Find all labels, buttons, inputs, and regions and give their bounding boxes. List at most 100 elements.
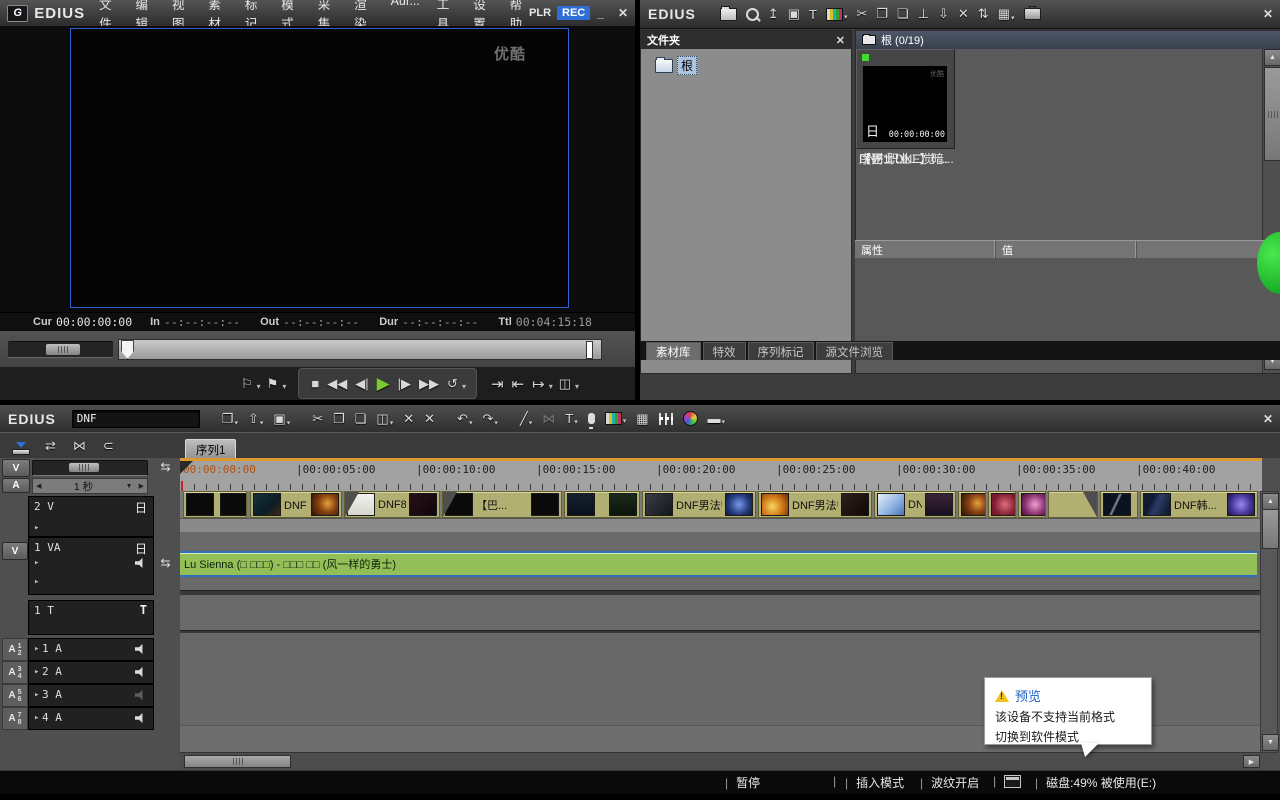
insert-mode-status[interactable]: 插入模式 xyxy=(856,774,904,791)
sequence-tab[interactable]: 序列1 xyxy=(185,439,236,460)
loop-dropdown-icon[interactable]: ▾ xyxy=(462,382,466,391)
timeline-clip[interactable]: 【巴... xyxy=(442,491,562,518)
timeline-clip[interactable]: DNF韩... xyxy=(1140,491,1258,518)
up-level-icon[interactable]: ↥▾ xyxy=(768,6,779,22)
cut-icon[interactable]: ✂▾ xyxy=(312,411,323,427)
zoom-dropdown-icon[interactable]: ▼ xyxy=(123,483,136,490)
clip-card[interactable]: 优酷 日 00:00:00:00 xyxy=(856,49,955,149)
expand-icon[interactable]: ▸ xyxy=(34,577,39,587)
trim-in-button[interactable]: ⇥ xyxy=(487,373,508,395)
value-column-header[interactable]: 值 xyxy=(996,241,1137,258)
folder-tree-root[interactable]: 根 xyxy=(655,56,697,75)
project-name-field[interactable] xyxy=(72,410,200,428)
color-wheel-icon[interactable]: ▾ xyxy=(683,411,698,426)
scrubber-playhead[interactable] xyxy=(121,340,134,359)
mixer-icon[interactable]: ▾ xyxy=(659,413,673,425)
add-to-timeline-icon[interactable]: ⇩▾ xyxy=(938,6,949,22)
expand-icon[interactable]: ▸ xyxy=(34,523,39,533)
add-clip-icon[interactable]: ▣▾ xyxy=(788,6,800,22)
redo-icon[interactable]: ↷▾ xyxy=(482,411,497,427)
undo-icon[interactable]: ↶▾ xyxy=(457,411,472,427)
bin-tab[interactable]: 特效 xyxy=(703,342,746,360)
speaker-icon[interactable] xyxy=(135,558,147,568)
toolbox-icon[interactable]: ▾ xyxy=(1024,8,1041,20)
expand-icon[interactable]: ▸ xyxy=(34,667,39,677)
speaker-icon[interactable] xyxy=(135,713,147,723)
zoom-left-icon[interactable]: ◀ xyxy=(33,482,44,490)
timeline-clip[interactable] xyxy=(958,491,986,518)
pin-icon[interactable]: ⊥▾ xyxy=(918,6,929,22)
audio-track-header[interactable]: ▸ 2 A xyxy=(28,661,154,684)
shuttle-slider[interactable] xyxy=(8,341,113,358)
timeline-clip[interactable] xyxy=(988,491,1016,518)
multicam-icon[interactable]: ▦▾ xyxy=(636,411,648,427)
hscroll-thumb[interactable] xyxy=(184,755,291,768)
scroll-up-icon[interactable]: ▲ xyxy=(1262,493,1279,510)
stop-button[interactable]: ■ xyxy=(307,374,323,393)
speaker-icon[interactable] xyxy=(135,667,147,677)
expand-icon[interactable]: ▸ xyxy=(34,690,39,700)
new-folder-icon[interactable]: ▾ xyxy=(720,8,737,21)
speaker-icon[interactable] xyxy=(135,690,147,700)
timeline-clip[interactable] xyxy=(564,491,640,518)
jog-mode-button[interactable]: ↦ xyxy=(528,373,549,395)
loop-playback-button[interactable]: ↺ xyxy=(443,374,462,394)
audio-mute-button[interactable]: A xyxy=(2,478,30,493)
zoom-scale-select[interactable]: ◀ 1 秒 ▼ ▶ xyxy=(32,478,148,494)
play-button[interactable]: ▶ xyxy=(373,372,394,396)
plr-indicator[interactable]: PLR xyxy=(529,7,551,19)
timeline-clip[interactable] xyxy=(1048,491,1098,518)
timeline-clip[interactable]: DNF... xyxy=(874,491,956,518)
expand-icon[interactable]: ▸ xyxy=(34,558,39,568)
set-out-point-button[interactable]: ⚑ xyxy=(263,374,283,394)
video-patch-icon[interactable]: ⇆ xyxy=(152,460,179,474)
timeline-ruler[interactable]: 00:00:00:00|00:00:05:00|00:00:10:00|00:0… xyxy=(180,458,1262,492)
zoom-right-icon[interactable]: ▶ xyxy=(136,482,147,490)
mic-icon[interactable]: ▾ xyxy=(588,413,595,424)
audio-track-header[interactable]: ▸ 4 A xyxy=(28,707,154,730)
next-frame-button[interactable]: |▶ xyxy=(394,374,415,394)
scroll-right-icon[interactable]: ▶ xyxy=(1243,755,1260,768)
new-sequence-icon[interactable]: ❒▾ xyxy=(222,411,238,427)
timeline-zoom-slider[interactable] xyxy=(32,460,148,476)
timeline-clip[interactable]: DNF男法师... xyxy=(758,491,872,518)
set-in-dropdown-icon[interactable]: ▾ xyxy=(257,382,261,391)
track-header-1t[interactable]: 1 T T xyxy=(28,600,154,635)
property-column-header[interactable]: 属性 xyxy=(855,241,996,258)
audio-track-header[interactable]: ▸ 1 A xyxy=(28,638,154,661)
paste-icon[interactable]: ❏▾ xyxy=(897,6,909,22)
folder-panel-close-icon[interactable]: ✕ xyxy=(836,34,845,47)
copy-icon[interactable]: ❐▾ xyxy=(333,411,345,427)
audio-track-header[interactable]: ▸ 3 A xyxy=(28,684,154,707)
position-scrubber[interactable] xyxy=(118,339,602,360)
scroll-down-icon[interactable]: ▼ xyxy=(1262,734,1279,751)
scroll-up-icon[interactable]: ▲ xyxy=(1264,49,1280,66)
search-icon[interactable]: ▾ xyxy=(746,8,759,21)
va-patch-icon[interactable]: ⇆ xyxy=(152,553,179,573)
transition-mode-icon[interactable]: ⋈ xyxy=(73,438,86,454)
track-header-2v[interactable]: 2 V 日 ▸ xyxy=(28,496,154,537)
view-mode-icon[interactable]: ▦▾ xyxy=(998,6,1015,22)
open-project-icon[interactable]: ⇧▾ xyxy=(248,411,263,427)
create-title-icon[interactable]: T▾ xyxy=(809,7,817,22)
rewind-button[interactable]: ◀◀ xyxy=(323,374,351,394)
cut-remove-icon[interactable]: ✕▾ xyxy=(403,411,414,427)
window-mode-icon[interactable] xyxy=(1004,775,1021,788)
bin-tab[interactable]: 源文件浏览 xyxy=(816,342,894,360)
audio-channel-cell[interactable]: A 12 xyxy=(2,638,28,661)
deck-dropdown-icon[interactable]: ▾ xyxy=(575,382,579,391)
timeline-clip[interactable]: DNF80... xyxy=(344,491,440,518)
timeline-clip[interactable]: DNF男法师... xyxy=(642,491,756,518)
trim-out-button[interactable]: ⇤ xyxy=(508,373,529,395)
paste-icon[interactable]: ❏▾ xyxy=(355,411,367,427)
expand-icon[interactable]: ▸ xyxy=(34,644,39,654)
timeline-hscrollbar[interactable]: ▶ xyxy=(180,752,1262,769)
set-out-dropdown-icon[interactable]: ▾ xyxy=(282,382,286,391)
export-to-deck-button[interactable]: ◫ xyxy=(555,374,575,394)
export-icon[interactable]: ▾ xyxy=(605,412,627,425)
layout-icon[interactable]: ▬▾ xyxy=(708,411,726,426)
snap-icon[interactable]: ⊂ xyxy=(103,438,114,454)
timeline-clip[interactable] xyxy=(1018,491,1046,518)
jog-dropdown-icon[interactable]: ▾ xyxy=(549,382,553,391)
bin-tab[interactable]: 素材库 xyxy=(646,342,701,360)
